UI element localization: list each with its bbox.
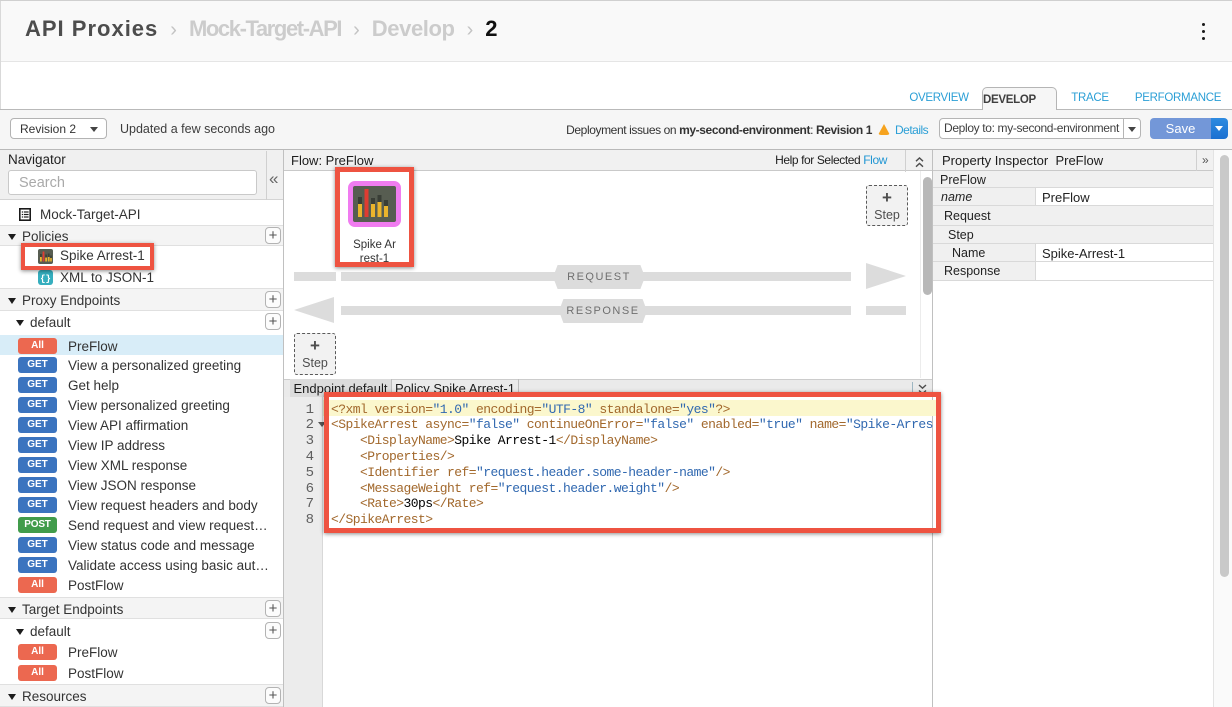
svg-text:{}: {}: [40, 274, 51, 284]
